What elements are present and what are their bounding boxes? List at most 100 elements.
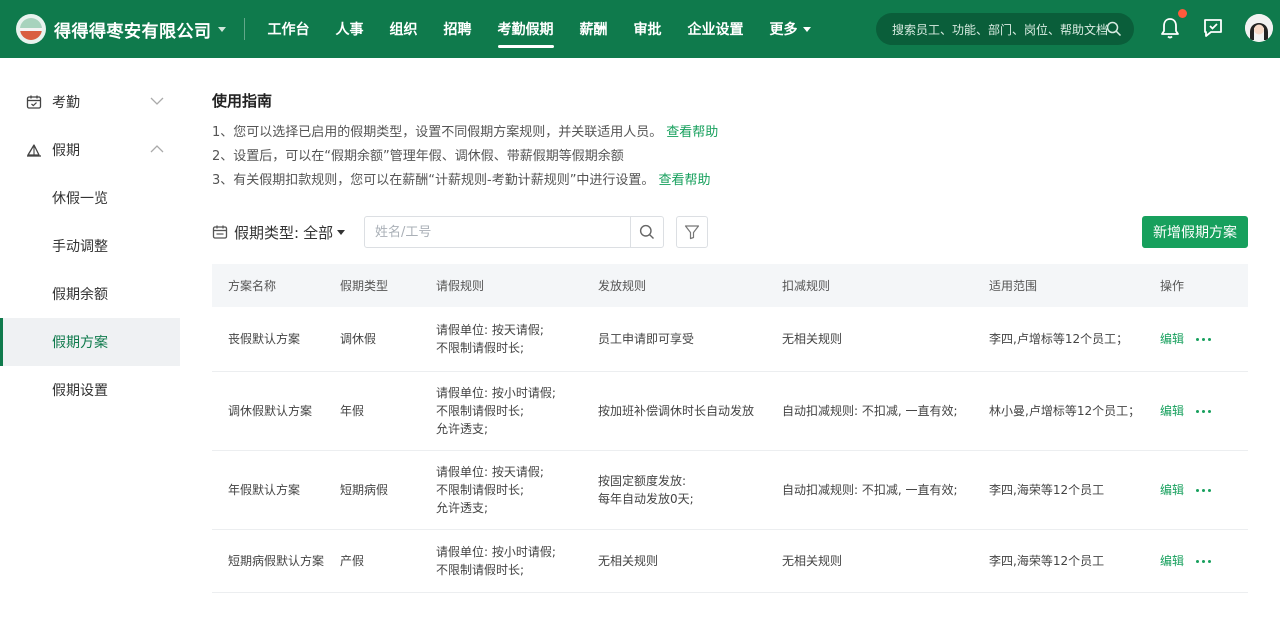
edit-link[interactable]: 编辑	[1160, 481, 1184, 499]
grant-rule: 按固定额度发放: 每年自动发放0天;	[598, 472, 782, 508]
caret-down-icon[interactable]	[337, 229, 346, 235]
add-leave-plan-button[interactable]: 新增假期方案	[1142, 216, 1248, 248]
leave-rule: 请假单位: 按天请假; 不限制请假时长; 允许透支;	[436, 463, 598, 517]
nav-hr[interactable]: 人事	[323, 0, 377, 58]
sidebar-item-manual-adjust[interactable]: 手动调整	[0, 222, 180, 270]
leave-rule-line: 请假单位: 按天请假;	[436, 465, 544, 479]
more-icon[interactable]	[1196, 337, 1212, 341]
nav-recruit[interactable]: 招聘	[431, 0, 485, 58]
more-icon[interactable]	[1196, 409, 1212, 413]
grant-rule: 无相关规则	[598, 552, 782, 570]
leave-rule-line: 不限制请假时长;	[436, 404, 525, 418]
leave-rule-line: 允许透支;	[436, 501, 489, 515]
column-header: 适用范围	[989, 279, 1038, 293]
row-actions: 编辑	[1160, 402, 1248, 420]
leave-rule-line: 不限制请假时长;	[436, 563, 525, 577]
search-icon[interactable]	[1106, 21, 1122, 37]
sidebar-item-leave-settings[interactable]: 假期设置	[0, 366, 180, 414]
table-row: 短期病假默认方案 产假 请假单位: 按小时请假; 不限制请假时长; 无相关规则 …	[212, 530, 1248, 593]
scope: 李四,卢增标等12个员工；	[989, 332, 1129, 346]
table-header: 方案名称 假期类型 请假规则 发放规则 扣减规则 适用范围 操作	[212, 264, 1248, 307]
more-icon[interactable]	[1196, 488, 1212, 492]
edit-link[interactable]: 编辑	[1160, 330, 1184, 348]
filter-button[interactable]	[676, 216, 708, 248]
sidebar-item-leave-balance[interactable]: 假期余额	[0, 270, 180, 318]
global-search-placeholder: 搜索员工、功能、部门、岗位、帮助文档	[892, 22, 1109, 37]
main-content: 使用指南 1、您可以选择已启用的假期类型，设置不同假期方案规则，并关联适用人员。…	[180, 58, 1280, 617]
sidebar-item-leave-plan[interactable]: 假期方案	[0, 318, 180, 366]
guide-text: 1、您可以选择已启用的假期类型，设置不同假期方案规则，并关联适用人员。	[212, 125, 663, 140]
leave-type-value[interactable]: 全部	[303, 222, 333, 243]
leave-rule-line: 不限制请假时长;	[436, 341, 525, 355]
name-search-input[interactable]	[364, 216, 632, 248]
notification-dot	[1178, 9, 1187, 18]
guide-line: 1、您可以选择已启用的假期类型，设置不同假期方案规则，并关联适用人员。 查看帮助	[212, 121, 718, 140]
filter-icon	[684, 225, 700, 240]
company-logo[interactable]	[16, 14, 46, 44]
chevron-up-icon	[150, 145, 164, 153]
column-header: 操作	[1160, 279, 1185, 293]
grant-rule-line: 按固定额度发放:	[598, 474, 687, 488]
edit-link[interactable]: 编辑	[1160, 402, 1184, 420]
grant-rule-line: 按加班补偿调休时长自动发放	[598, 404, 755, 418]
sidebar-group-leave[interactable]: 假期	[0, 126, 180, 174]
plan-name: 短期病假默认方案	[228, 554, 325, 568]
leave-rule-line: 请假单位: 按天请假;	[436, 323, 544, 337]
leave-type: 年假	[340, 404, 365, 418]
guide-line: 2、设置后，可以在“假期余额”管理年假、调休假、带薪假期等假期余额	[212, 145, 624, 164]
guide-text: 2、设置后，可以在“假期余额”管理年假、调休假、带薪假期等假期余额	[212, 149, 624, 164]
leave-rule-line: 不限制请假时长;	[436, 483, 525, 497]
grant-rule-line: 每年自动发放0天;	[598, 492, 694, 506]
nav-approval[interactable]: 审批	[621, 0, 675, 58]
nav-attendance-leave[interactable]: 考勤假期	[485, 0, 567, 58]
message-icon[interactable]	[1201, 16, 1225, 40]
guide-text: 3、有关假期扣款规则，您可以在薪酬“计薪规则-考勤计薪规则”中进行设置。	[212, 173, 655, 188]
company-name[interactable]: 得得得枣安有限公司	[54, 17, 212, 42]
sidebar-item-leave-overview[interactable]: 休假一览	[0, 174, 180, 222]
search-button[interactable]	[630, 216, 664, 248]
user-avatar[interactable]	[1245, 14, 1273, 42]
row-actions: 编辑	[1160, 330, 1248, 348]
grant-rule: 按加班补偿调休时长自动发放	[598, 402, 782, 420]
sidebar-group-attendance[interactable]: 考勤	[0, 78, 180, 126]
scope: 李四,海荣等12个员工	[989, 483, 1105, 497]
leave-type-filter[interactable]: 假期类型: 全部	[212, 216, 346, 248]
plan-name: 丧假默认方案	[228, 332, 301, 346]
deduct-rule: 无相关规则	[782, 554, 843, 568]
leave-rule-line: 请假单位: 按小时请假;	[436, 386, 556, 400]
chevron-down-icon[interactable]	[217, 26, 226, 32]
leave-type-label: 假期类型:	[234, 223, 300, 242]
deduct-rule: 自动扣减规则: 不扣减, 一直有效;	[782, 404, 958, 418]
sidebar: 考勤 假期 休假一览 手动调整 假期余额 假期方案 假期设置	[0, 58, 180, 617]
leave-rule: 请假单位: 按天请假; 不限制请假时长;	[436, 321, 598, 357]
help-link[interactable]: 查看帮助	[666, 125, 718, 140]
nav-payroll[interactable]: 薪酬	[567, 0, 621, 58]
leave-rule: 请假单位: 按小时请假; 不限制请假时长;	[436, 543, 598, 579]
table-row: 年假默认方案 短期病假 请假单位: 按天请假; 不限制请假时长; 允许透支; 按…	[212, 451, 1248, 530]
help-link[interactable]: 查看帮助	[658, 173, 710, 188]
more-icon[interactable]	[1196, 559, 1212, 563]
leave-rule-line: 请假单位: 按小时请假;	[436, 545, 556, 559]
leave-rule: 请假单位: 按小时请假; 不限制请假时长; 允许透支;	[436, 384, 598, 438]
nav-workbench[interactable]: 工作台	[255, 0, 323, 58]
leave-type: 短期病假	[340, 483, 389, 497]
deduct-rule: 自动扣减规则: 不扣减, 一直有效;	[782, 483, 958, 497]
scope: 李四,海荣等12个员工	[989, 554, 1105, 568]
edit-link[interactable]: 编辑	[1160, 552, 1184, 570]
nav-organization[interactable]: 组织	[377, 0, 431, 58]
grant-rule-line: 员工申请即可享受	[598, 332, 695, 346]
nav-more[interactable]: 更多	[757, 0, 824, 58]
leave-type: 产假	[340, 554, 365, 568]
leave-plan-table: 方案名称 假期类型 请假规则 发放规则 扣减规则 适用范围 操作 丧假默认方案 …	[212, 264, 1248, 593]
calendar-icon	[212, 225, 228, 239]
global-search[interactable]: 搜索员工、功能、部门、岗位、帮助文档	[876, 13, 1134, 45]
bell-icon[interactable]	[1158, 16, 1182, 40]
plan-name: 年假默认方案	[228, 483, 301, 497]
table-row: 调休假默认方案 年假 请假单位: 按小时请假; 不限制请假时长; 允许透支; 按…	[212, 372, 1248, 451]
grant-rule: 员工申请即可享受	[598, 330, 782, 348]
guide-title: 使用指南	[212, 92, 273, 110]
search-icon	[639, 224, 654, 239]
nav-company-settings[interactable]: 企业设置	[675, 0, 757, 58]
scope: 林小曼,卢增标等12个员工；	[989, 404, 1141, 418]
sidebar-group-label: 考勤	[52, 95, 80, 111]
